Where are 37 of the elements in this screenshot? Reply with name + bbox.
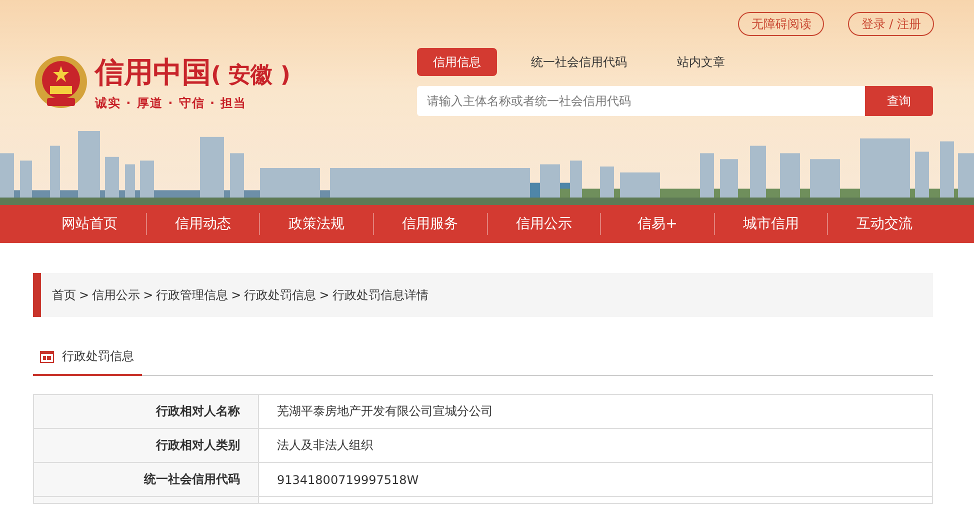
section-tab-label: 行政处罚信息: [62, 348, 134, 365]
field-value: 91341800719997518W: [258, 462, 932, 496]
nav-link[interactable]: 信易+: [600, 213, 714, 235]
list-icon: [40, 350, 54, 362]
breadcrumb-link[interactable]: 行政管理信息: [156, 286, 228, 304]
breadcrumb-link[interactable]: 行政处罚信息: [244, 286, 316, 304]
field-label: 统一社会信用代码: [34, 462, 258, 496]
region-label: ( 安徽 ): [211, 62, 290, 90]
breadcrumb-separator: >: [231, 288, 242, 302]
search-tab[interactable]: 站内文章: [661, 48, 741, 76]
nav-link[interactable]: 互动交流: [827, 213, 941, 235]
site-title: 信用中国: [95, 54, 211, 90]
nav-link[interactable]: 信用公示: [486, 213, 600, 235]
search-button[interactable]: 查询: [865, 86, 933, 116]
nav-link[interactable]: 信用服务: [372, 213, 486, 235]
field-label: 行政相对人名称: [34, 394, 258, 428]
breadcrumb-separator: >: [79, 288, 90, 302]
field-value: 芜湖平泰房地产开发有限公司宣城分公司: [258, 394, 932, 428]
search-tab[interactable]: 信用信息: [417, 48, 497, 76]
header-link[interactable]: 登录 / 注册: [848, 12, 934, 36]
header-link[interactable]: 无障碍阅读: [738, 12, 824, 36]
breadcrumb-link[interactable]: 信用公示: [92, 286, 140, 304]
nav-link[interactable]: 网站首页: [33, 205, 146, 243]
breadcrumb-separator: >: [319, 288, 330, 302]
site-slogan: 诚实 · 厚道 · 守信 · 担当: [95, 94, 248, 112]
breadcrumb-separator: >: [143, 288, 154, 302]
nav-link[interactable]: 政策法规: [259, 213, 373, 235]
nav-link[interactable]: 信用动态: [146, 213, 260, 235]
nav-link[interactable]: 城市信用: [714, 213, 828, 235]
field-value: 法人及非法人组织: [258, 428, 932, 462]
search-field[interactable]: 请输入主体名称或者统一社会信用代码: [417, 86, 865, 116]
breadcrumb-link[interactable]: 首页: [52, 286, 76, 304]
search-tab[interactable]: 统一社会信用代码: [515, 48, 643, 76]
national-emblem-icon: [33, 54, 89, 110]
field-label: 行政相对人类别: [34, 428, 258, 462]
section-tab[interactable]: 行政处罚信息: [33, 339, 142, 376]
breadcrumb-link[interactable]: 行政处罚信息详情: [332, 286, 428, 304]
